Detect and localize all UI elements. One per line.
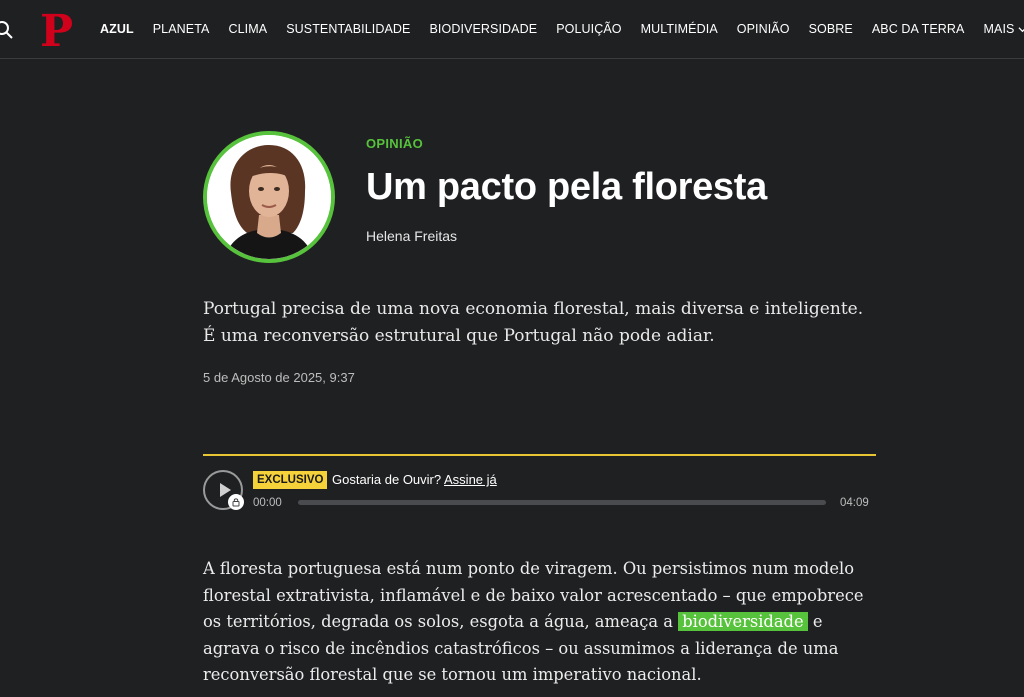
lock-icon — [228, 494, 244, 510]
nav-item-sustentabilidade[interactable]: SUSTENTABILIDADE — [286, 22, 410, 36]
nav-item-planeta[interactable]: PLANETA — [153, 22, 210, 36]
nav-item-clima[interactable]: CLIMA — [228, 22, 267, 36]
section-label[interactable]: OPINIÃO — [366, 136, 423, 151]
nav-item-azul[interactable]: AZUL — [100, 22, 134, 36]
nav-item-multimedia[interactable]: MULTIMÉDIA — [641, 22, 718, 36]
exclusive-badge: EXCLUSIVO — [253, 471, 328, 489]
nav-more-label: MAIS — [983, 22, 1015, 36]
page-title: Um pacto pela floresta — [366, 166, 767, 208]
article-lead: Portugal precisa de uma nova economia fl… — [203, 299, 864, 346]
audio-prompt: Gostaria de Ouvir? — [332, 472, 442, 487]
audio-promo: Gostaria de Ouvir? Assine já — [332, 472, 497, 487]
author-name[interactable]: Helena Freitas — [366, 228, 457, 244]
nav-item-opiniao[interactable]: OPINIÃO — [737, 22, 790, 36]
audio-duration: 04:09 — [840, 497, 869, 509]
audio-divider — [203, 454, 876, 456]
main-nav: AZUL PLANETA CLIMA SUSTENTABILIDADE BIOD… — [100, 0, 1024, 58]
article-body-paragraph: A floresta portuguesa está num ponto de … — [203, 556, 883, 689]
nav-item-abc-da-terra[interactable]: ABC DA TERRA — [872, 22, 965, 36]
top-navigation: P AZUL PLANETA CLIMA SUSTENTABILIDADE BI… — [0, 0, 1024, 59]
audio-progress-bar[interactable] — [298, 500, 826, 505]
nav-more-menu[interactable]: MAIS — [984, 22, 1024, 36]
publish-date: 5 de Agosto de 2025, 9:37 — [203, 370, 355, 385]
play-icon — [220, 483, 231, 497]
nav-item-biodiversidade[interactable]: BIODIVERSIDADE — [430, 22, 538, 36]
author-portrait — [207, 135, 331, 259]
publico-logo[interactable]: P — [38, 10, 76, 50]
search-icon[interactable] — [0, 20, 14, 40]
audio-current-time: 00:00 — [253, 497, 282, 509]
chevron-down-icon — [1018, 26, 1024, 32]
subscribe-link[interactable]: Assine já — [444, 472, 497, 487]
biodiversidade-tag-link[interactable]: biodiversidade — [678, 612, 808, 631]
author-avatar — [203, 131, 335, 263]
nav-item-sobre[interactable]: SOBRE — [809, 22, 853, 36]
nav-item-poluicao[interactable]: POLUIÇÃO — [556, 22, 621, 36]
svg-text:P: P — [40, 10, 73, 50]
